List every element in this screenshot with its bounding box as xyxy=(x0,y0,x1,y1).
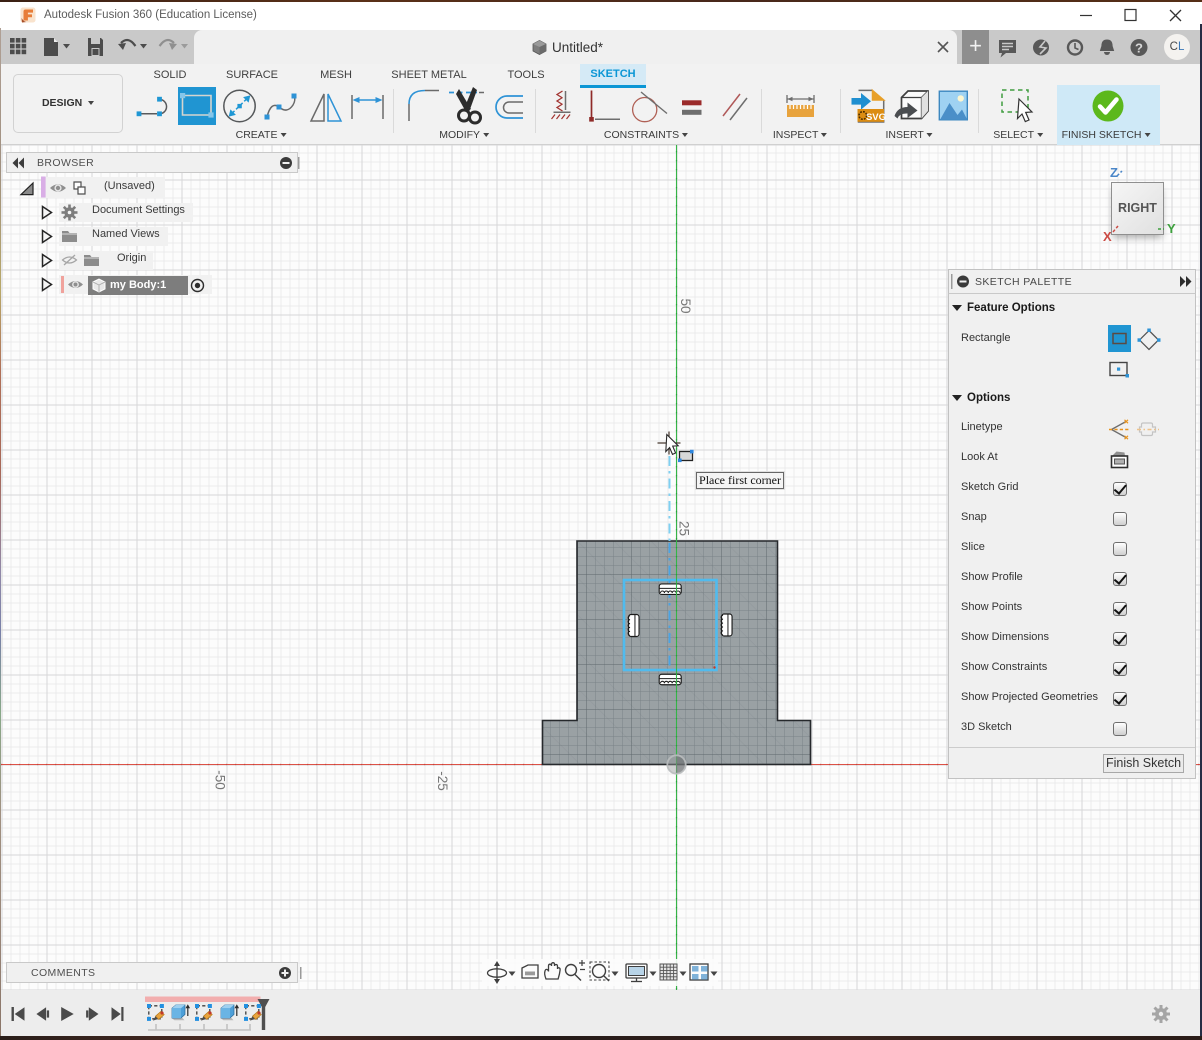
svg-text:50: 50 xyxy=(678,298,693,313)
svg-text:?: ? xyxy=(1135,41,1143,56)
svg-text:25: 25 xyxy=(677,521,692,536)
svg-text:-25: -25 xyxy=(435,771,450,791)
svg-text:-50: -50 xyxy=(213,770,228,790)
svg-text:SVG: SVG xyxy=(866,112,886,123)
